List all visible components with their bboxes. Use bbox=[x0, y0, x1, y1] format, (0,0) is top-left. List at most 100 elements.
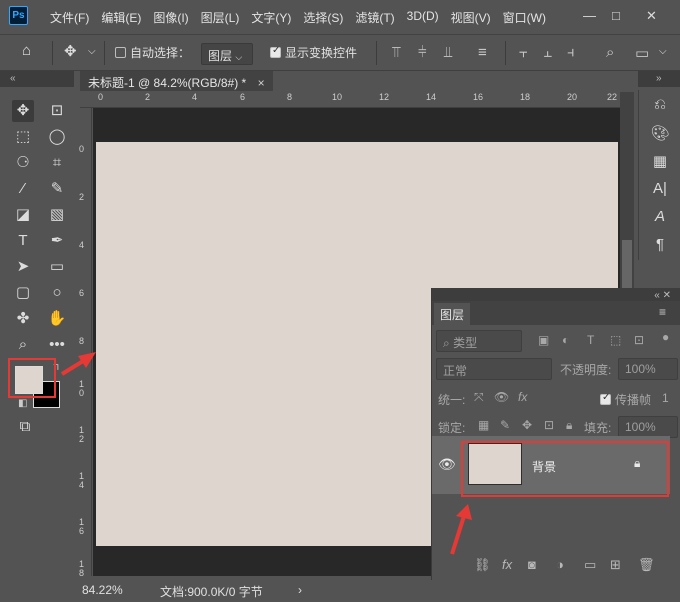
propagate-checkbox[interactable]: 传播帧 bbox=[600, 391, 651, 408]
vertical-ruler[interactable]: 0 2 4 6 8 1 0 1 2 1 4 1 6 1 8 bbox=[76, 108, 92, 578]
filter-adjustment-icon[interactable]: ◐ bbox=[562, 333, 569, 347]
new-group-icon[interactable]: ▭ bbox=[584, 557, 596, 573]
dock-collapse-strip[interactable]: » bbox=[638, 71, 680, 87]
history-icon[interactable]: ⎌ bbox=[649, 96, 671, 113]
lock-image-icon[interactable]: ✎ bbox=[500, 418, 510, 432]
blend-mode-dropdown[interactable]: 正常 bbox=[436, 358, 552, 380]
filter-type-icon[interactable]: T bbox=[587, 333, 594, 347]
menu-select[interactable]: 选择(S) bbox=[303, 9, 343, 26]
rounded-rect-tool-icon[interactable]: ▢ bbox=[12, 282, 34, 304]
filter-toggle-icon[interactable]: ● bbox=[662, 330, 669, 344]
align-bottom-icon[interactable]: ⫫ bbox=[444, 44, 452, 61]
adjustment-layer-icon[interactable]: ◑ bbox=[556, 557, 564, 572]
fill-field[interactable]: 100% bbox=[618, 416, 678, 438]
menu-type[interactable]: 文字(Y) bbox=[251, 9, 291, 26]
default-colors-icon[interactable]: ◧ bbox=[18, 398, 27, 409]
collapse-arrows-icon[interactable]: « ✕ bbox=[654, 290, 671, 301]
checkbox-checked-icon[interactable] bbox=[270, 45, 281, 58]
menu-window[interactable]: 窗口(W) bbox=[503, 9, 546, 26]
more-tools-icon[interactable]: ••• bbox=[46, 334, 68, 356]
new-layer-icon[interactable]: ⊞ bbox=[610, 557, 621, 573]
menu-file[interactable]: 文件(F) bbox=[50, 9, 89, 26]
distribute-icon[interactable]: ≡ bbox=[478, 44, 487, 61]
unify-visibility-icon[interactable]: 👁︎ bbox=[494, 390, 509, 404]
glyphs-icon[interactable]: A bbox=[649, 208, 671, 225]
quick-select-tool-icon[interactable]: ⚆ bbox=[12, 152, 34, 174]
hand-tool-icon[interactable]: ✋ bbox=[46, 308, 68, 330]
filter-smart-object-icon[interactable]: ⊡ bbox=[634, 333, 644, 347]
eraser-tool-icon[interactable]: ◪ bbox=[12, 204, 34, 226]
auto-select-checkbox[interactable]: 自动选择： bbox=[115, 44, 190, 61]
link-layers-icon[interactable]: ⛓ bbox=[474, 557, 491, 573]
document-tab[interactable]: 未标题-1 @ 84.2%(RGB/8#) * × bbox=[80, 71, 273, 91]
add-mask-icon[interactable]: ◙ bbox=[528, 557, 536, 572]
collapse-arrows-icon[interactable]: « bbox=[10, 73, 16, 84]
layer-visibility-eye-icon[interactable]: 👁︎ bbox=[438, 456, 456, 473]
swatches-grid-icon[interactable]: ▦ bbox=[649, 152, 671, 170]
pen-tool-icon[interactable]: ✒ bbox=[46, 230, 68, 252]
align-hcenter-icon[interactable]: ⫠ bbox=[543, 44, 552, 61]
checkbox-icon[interactable] bbox=[115, 47, 126, 58]
lock-transparent-icon[interactable]: ▦ bbox=[478, 418, 489, 432]
opacity-field[interactable]: 100% bbox=[618, 358, 678, 380]
lock-all-icon[interactable]: 🔒︎ bbox=[566, 418, 572, 433]
menu-edit[interactable]: 编辑(E) bbox=[101, 9, 141, 26]
workspace-icon[interactable]: ▭ bbox=[635, 44, 649, 62]
add-style-icon[interactable]: fx bbox=[502, 557, 512, 572]
ellipse-tool-icon[interactable]: ○ bbox=[46, 282, 68, 304]
crop-tool-icon[interactable]: ⌗ bbox=[46, 152, 68, 174]
align-vcenter-icon[interactable]: ⫩ bbox=[418, 44, 427, 61]
align-left-icon[interactable]: ⫟ bbox=[519, 44, 528, 61]
horizontal-ruler[interactable]: 0 2 4 6 8 10 12 14 16 18 20 22 bbox=[80, 92, 620, 108]
marquee-tool-icon[interactable]: ⬚ bbox=[12, 126, 34, 148]
filter-kind-dropdown[interactable]: ⌕ 类型 bbox=[436, 330, 522, 352]
menu-filter[interactable]: 滤镜(T) bbox=[355, 9, 394, 26]
close-tab-icon[interactable]: × bbox=[258, 76, 265, 90]
lasso-tool-icon[interactable]: ◯ bbox=[46, 126, 68, 148]
rectangle-tool-icon[interactable]: ▭ bbox=[46, 256, 68, 278]
close-icon[interactable]: ✕ bbox=[646, 8, 657, 24]
layers-tab[interactable]: 图层 bbox=[434, 303, 471, 325]
panel-menu-icon[interactable]: ≡ bbox=[659, 305, 666, 319]
status-menu-arrow-icon[interactable]: › bbox=[298, 583, 302, 597]
menu-view[interactable]: 视图(V) bbox=[451, 9, 491, 26]
artboard-tool-icon[interactable]: ⊡ bbox=[46, 100, 68, 122]
maximize-icon[interactable]: □ bbox=[612, 8, 620, 23]
auto-select-dropdown[interactable]: 图层 ⌵ bbox=[201, 43, 253, 65]
search-icon[interactable]: ⌕ bbox=[606, 44, 614, 61]
align-top-icon[interactable]: ⫪ bbox=[392, 44, 400, 61]
toolbox-collapse-strip[interactable]: « bbox=[0, 71, 74, 87]
chevron-down-icon[interactable]: ⌵ bbox=[659, 46, 667, 57]
paragraph-icon[interactable]: ¶ bbox=[649, 236, 671, 253]
home-icon[interactable]: ⌂ bbox=[22, 42, 31, 59]
menu-3d[interactable]: 3D(D) bbox=[407, 9, 439, 26]
eyedropper-tool-icon[interactable]: ⁄ bbox=[12, 178, 34, 200]
screen-mode-icon[interactable]: ⧉ bbox=[14, 416, 36, 438]
unify-position-icon[interactable]: ⤧ bbox=[474, 390, 484, 405]
zoom-tool-icon[interactable]: ⌕ bbox=[12, 334, 34, 356]
menu-image[interactable]: 图像(I) bbox=[153, 9, 188, 26]
show-transform-checkbox[interactable]: 显示变换控件 bbox=[270, 44, 357, 61]
lock-artboard-icon[interactable]: ⊡ bbox=[544, 418, 554, 432]
brush-tool-icon[interactable]: ✎ bbox=[46, 178, 68, 200]
path-select-tool-icon[interactable]: ➤ bbox=[12, 256, 34, 278]
delete-layer-icon[interactable]: 🗑︎ bbox=[638, 557, 655, 573]
photoshop-logo-icon[interactable]: Ps bbox=[9, 6, 28, 25]
expand-arrows-icon[interactable]: » bbox=[656, 73, 662, 84]
type-tool-icon[interactable]: T bbox=[12, 230, 34, 252]
zoom-level[interactable]: 84.22% bbox=[82, 583, 123, 597]
menu-layer[interactable]: 图层(L) bbox=[201, 9, 240, 26]
scrollbar-thumb[interactable] bbox=[622, 240, 632, 292]
custom-shape-tool-icon[interactable]: ✤ bbox=[12, 308, 34, 330]
gradient-tool-icon[interactable]: ▧ bbox=[46, 204, 68, 226]
lock-position-icon[interactable]: ✥ bbox=[522, 418, 532, 432]
chevron-down-icon[interactable]: ⌵ bbox=[88, 46, 96, 57]
character-icon[interactable]: A| bbox=[649, 180, 671, 197]
unify-style-icon[interactable]: fx bbox=[518, 390, 527, 404]
filter-pixel-icon[interactable]: ▣ bbox=[538, 333, 549, 347]
move-tool-icon[interactable]: ✥ bbox=[12, 100, 34, 122]
align-right-icon[interactable]: ⫞ bbox=[567, 44, 575, 61]
color-palette-icon[interactable]: 🎨︎ bbox=[649, 124, 671, 142]
checkbox-checked-icon[interactable] bbox=[600, 392, 611, 405]
filter-shape-icon[interactable]: ⬚ bbox=[610, 333, 621, 347]
